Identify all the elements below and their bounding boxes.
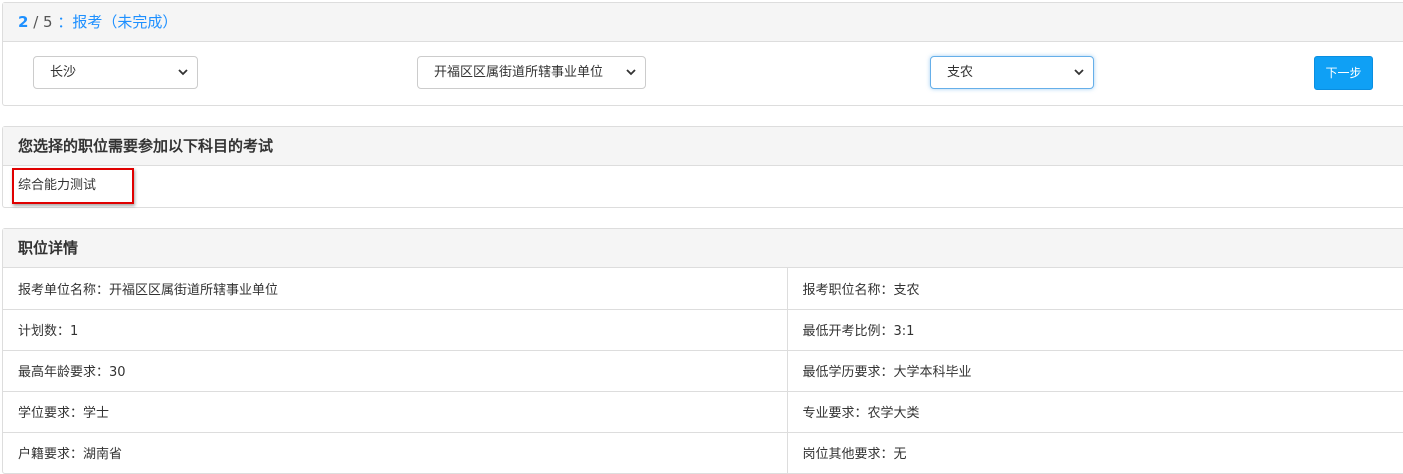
step-current: 2 [18,13,29,31]
detail-major: 专业要求：农学大类 [787,391,1403,433]
detail-other-requirements: 岗位其他要求：无 [802,447,907,463]
position-select-value: 支农 [947,65,974,80]
chevron-down-icon [626,69,636,76]
highlight-annotation-box [12,168,134,204]
chevron-down-icon [178,69,188,76]
detail-max-age: 最高年龄要求：30 [3,350,788,392]
detail-min-ratio: 最低开考比例：3:1 [787,309,1403,351]
table-row: 户籍要求：湖南省 岗位其他要求：无 [3,432,1403,473]
step-indicator: 2 / 5 ：报考（未完成） [3,3,1403,42]
chevron-down-icon [1074,69,1084,76]
unit-select-value: 开福区区属街道所辖事业单位 [434,65,604,80]
position-details-table: 报考单位名称：开福区区属街道所辖事业单位 报考职位名称：支农 计划数：1 最低开… [3,268,1403,473]
step-panel: 2 / 5 ：报考（未完成） 长沙 开福区区属街道所辖事业单位 支农 下一步 [2,2,1403,106]
step-separator: / [28,13,44,31]
table-row: 报考单位名称：开福区区属街道所辖事业单位 报考职位名称：支农 [3,268,1403,310]
exam-subjects-title: 您选择的职位需要参加以下科目的考试 [3,127,1403,166]
position-details-title: 职位详情 [3,229,1403,268]
table-row: 学位要求：学士 专业要求：农学大类 [3,391,1403,433]
detail-min-education: 最低学历要求：大学本科毕业 [787,350,1403,392]
position-select[interactable]: 支农 [930,56,1094,89]
step-total: 5 [43,13,53,31]
city-select[interactable]: 长沙 [33,56,198,89]
city-select-value: 长沙 [50,65,77,80]
table-row: 最高年龄要求：30 最低学历要求：大学本科毕业 [3,350,1403,392]
detail-degree: 学位要求：学士 [3,391,788,433]
detail-unit-name: 报考单位名称：开福区区属街道所辖事业单位 [3,268,788,310]
position-details-panel: 职位详情 报考单位名称：开福区区属街道所辖事业单位 报考职位名称：支农 计划数：… [2,228,1403,474]
detail-household: 户籍要求：湖南省 [3,432,788,473]
step-description: ：报考（未完成） [52,13,178,31]
next-step-button[interactable]: 下一步 [1314,56,1373,90]
exam-subject-item: 综合能力测试 [3,166,1403,206]
detail-plan-count: 计划数：1 [3,309,788,351]
table-row: 计划数：1 最低开考比例：3:1 [3,309,1403,351]
exam-subjects-panel: 您选择的职位需要参加以下科目的考试 综合能力测试 [2,126,1403,208]
detail-position-name: 报考职位名称：支农 [787,268,1403,310]
unit-select[interactable]: 开福区区属街道所辖事业单位 [417,56,646,89]
